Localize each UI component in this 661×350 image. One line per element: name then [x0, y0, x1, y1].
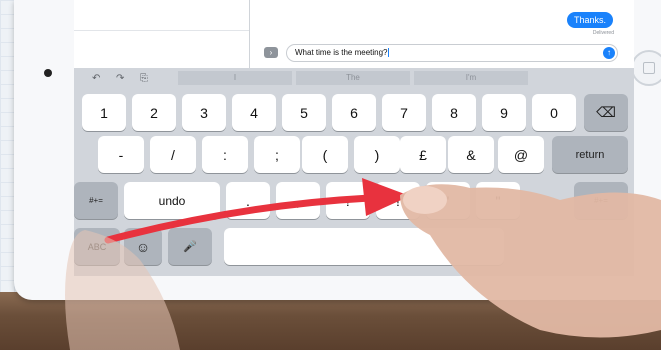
return-key[interactable]: return — [552, 136, 628, 173]
send-icon[interactable]: ↑ — [603, 47, 615, 59]
key-close-paren[interactable]: ) — [354, 136, 400, 173]
emoji-icon[interactable]: ☺ — [124, 228, 162, 265]
home-button[interactable] — [631, 50, 661, 86]
wooden-desk — [0, 292, 661, 350]
prediction-1[interactable]: I — [178, 71, 292, 85]
key-apostrophe[interactable]: ' — [426, 182, 470, 219]
conversation-list-divider — [74, 30, 249, 31]
key-5[interactable]: 5 — [282, 94, 326, 131]
prediction-2[interactable]: The — [296, 71, 410, 85]
key-colon[interactable]: : — [202, 136, 248, 173]
ipad-screen: Thanks. Delivered › What time is the mee… — [74, 0, 634, 276]
delivered-status: Delivered — [592, 30, 614, 36]
symbols-key-right[interactable]: #+= — [574, 182, 628, 219]
key-pound[interactable]: £ — [400, 136, 446, 173]
key-open-paren[interactable]: ( — [302, 136, 348, 173]
key-comma[interactable]: , — [276, 182, 320, 219]
microphone-icon[interactable]: 🎤 — [168, 228, 212, 265]
key-at[interactable]: @ — [498, 136, 544, 173]
key-period[interactable]: . — [226, 182, 270, 219]
abc-key[interactable]: ABC — [74, 228, 120, 265]
key-question[interactable]: ? — [326, 182, 370, 219]
shortcut-bar: ↶ ↷ ⎘ I The I'm — [74, 68, 634, 88]
prediction-3[interactable]: I'm — [414, 71, 528, 85]
key-8[interactable]: 8 — [432, 94, 476, 131]
key-1[interactable]: 1 — [82, 94, 126, 131]
key-ampersand[interactable]: & — [448, 136, 494, 173]
undo-icon[interactable]: ↶ — [92, 73, 100, 84]
key-hyphen[interactable]: - — [98, 136, 144, 173]
undo-key[interactable]: undo — [124, 182, 220, 219]
key-2[interactable]: 2 — [132, 94, 176, 131]
redo-icon[interactable]: ↷ — [116, 73, 124, 84]
key-0[interactable]: 0 — [532, 94, 576, 131]
message-input-text: What time is the meeting? — [295, 48, 390, 58]
paste-icon[interactable]: ⎘ — [140, 73, 148, 84]
key-3[interactable]: 3 — [182, 94, 226, 131]
space-bar[interactable] — [224, 228, 504, 265]
text-caret — [388, 48, 390, 58]
messages-area: Thanks. Delivered › What time is the mee… — [74, 0, 634, 68]
key-6[interactable]: 6 — [332, 94, 376, 131]
symbols-key-left[interactable]: #+= — [74, 182, 118, 219]
backspace-icon[interactable]: ⌫ — [584, 94, 628, 131]
sent-message-bubble: Thanks. — [566, 12, 613, 28]
key-4[interactable]: 4 — [232, 94, 276, 131]
key-slash[interactable]: / — [150, 136, 196, 173]
ipad-device: Thanks. Delivered › What time is the mee… — [14, 0, 661, 300]
key-quote[interactable]: " — [476, 182, 520, 219]
key-9[interactable]: 9 — [482, 94, 526, 131]
message-input[interactable]: What time is the meeting? ↑ — [286, 44, 618, 62]
key-semicolon[interactable]: ; — [254, 136, 300, 173]
keyboard: 1 2 3 4 5 6 7 8 9 0 ⌫ - / : ; ( ) £ & @ … — [74, 88, 634, 276]
pane-divider — [249, 0, 250, 68]
front-camera — [44, 69, 52, 77]
key-7[interactable]: 7 — [382, 94, 426, 131]
camera-icon[interactable]: › — [264, 47, 278, 58]
key-exclamation[interactable]: ! — [376, 182, 420, 219]
